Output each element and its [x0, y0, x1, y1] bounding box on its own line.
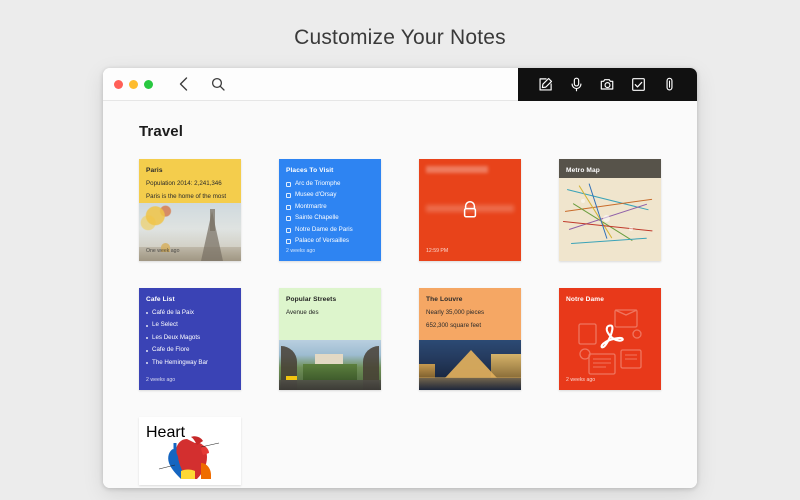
louvre-pyramid-photo — [419, 340, 521, 390]
note-title: Metro Map — [566, 166, 654, 176]
checkbox-icon[interactable] — [286, 239, 291, 244]
lock-icon — [459, 199, 481, 221]
back-arrow-icon[interactable] — [175, 76, 191, 92]
list-item: Cafe de Flore — [146, 346, 234, 355]
note-card-popular-streets[interactable]: Popular Streets Avenue des — [279, 288, 381, 390]
pdf-attachment-icon — [559, 288, 661, 390]
list-item-label: Café de la Paix — [152, 309, 194, 318]
note-card-english-to-french[interactable]: 12:59 PM — [419, 159, 521, 261]
list-item: The Hemingway Bar — [146, 359, 234, 368]
checklist-label: Arc de Triomphe — [295, 180, 340, 189]
note-card-cafe-list[interactable]: Cafe List Café de la Paix Le Select Les … — [139, 288, 241, 390]
notes-content-area: Travel Paris Population 2014: 2,241,346 … — [103, 101, 697, 488]
window-titlebar — [103, 68, 697, 101]
note-tools-toolbar — [518, 68, 697, 101]
checklist-item[interactable]: Sainte Chapelle — [286, 214, 374, 223]
checklist-label: Montmartre — [295, 203, 327, 212]
note-body: Popular Streets Avenue des — [279, 288, 381, 318]
checkbox-icon[interactable] — [286, 228, 291, 233]
note-title: Places To Visit — [286, 166, 374, 176]
checklist-item[interactable]: Notre Dame de Paris — [286, 226, 374, 235]
note-card-places-to-visit[interactable]: Places To Visit Arc de Triomphe Musee d'… — [279, 159, 381, 261]
checkbox-icon[interactable] — [286, 182, 291, 187]
note-line: 652,300 square feet — [426, 322, 514, 331]
traffic-light-group — [103, 80, 153, 89]
notes-grid: Paris Population 2014: 2,241,346 Paris i… — [139, 159, 697, 485]
checkbox-icon[interactable] — [286, 205, 291, 210]
minimize-button[interactable] — [129, 80, 138, 89]
checklist-icon[interactable] — [630, 76, 647, 93]
anatomical-heart-diagram — [157, 433, 231, 485]
checkbox-icon[interactable] — [286, 193, 291, 198]
obscured-note-title — [426, 166, 488, 173]
trocadero-gardens-photo — [279, 340, 381, 390]
list-item-label: Le Select — [152, 321, 178, 330]
note-line: Population 2014: 2,241,346 — [146, 180, 234, 189]
note-card-the-louvre[interactable]: The Louvre Nearly 35,000 pieces 652,300 … — [419, 288, 521, 390]
note-title: Popular Streets — [286, 295, 374, 305]
zoom-button[interactable] — [144, 80, 153, 89]
note-title: The Louvre — [426, 295, 514, 305]
checklist-label: Palace of Versailles — [295, 237, 349, 246]
note-body: Cafe List Café de la Paix Le Select Les … — [139, 288, 241, 368]
note-body: Paris Population 2014: 2,241,346 Paris i… — [139, 159, 241, 202]
note-card-paris[interactable]: Paris Population 2014: 2,241,346 Paris i… — [139, 159, 241, 261]
checklist-item[interactable]: Palace of Versailles — [286, 237, 374, 246]
compose-icon[interactable] — [537, 76, 554, 93]
checklist-item[interactable]: Arc de Triomphe — [286, 180, 374, 189]
checkbox-icon[interactable] — [286, 216, 291, 221]
checklist-item[interactable]: Musee d'Orsay — [286, 191, 374, 200]
note-title: Cafe List — [146, 295, 234, 305]
list-item-label: Les Deux Magots — [152, 334, 200, 343]
checklist-label: Musee d'Orsay — [295, 191, 336, 200]
note-timestamp: 2 weeks ago — [566, 377, 595, 385]
folder-title: Travel — [139, 123, 697, 140]
note-timestamp: 2 weeks ago — [286, 248, 315, 256]
note-timestamp: One week ago — [146, 248, 179, 256]
page-title: Customize Your Notes — [0, 0, 800, 50]
app-window: Travel Paris Population 2014: 2,241,346 … — [103, 68, 697, 488]
note-card-heart[interactable]: Heart — [139, 417, 241, 485]
bullet-icon — [146, 350, 148, 352]
list-item: Les Deux Magots — [146, 334, 234, 343]
list-item: Le Select — [146, 321, 234, 330]
note-body: Places To Visit Arc de Triomphe Musee d'… — [279, 159, 381, 246]
note-card-notre-dame[interactable]: Notre Dame — [559, 288, 661, 390]
attachment-icon[interactable] — [661, 76, 678, 93]
note-timestamp: 12:59 PM — [426, 248, 448, 256]
list-item-label: The Hemingway Bar — [152, 359, 208, 368]
checklist-label: Notre Dame de Paris — [295, 226, 353, 235]
close-button[interactable] — [114, 80, 123, 89]
search-icon[interactable] — [210, 76, 226, 92]
checklist-item[interactable]: Montmartre — [286, 203, 374, 212]
camera-icon[interactable] — [599, 76, 616, 93]
note-timestamp: 2 weeks ago — [146, 377, 175, 385]
bullet-icon — [146, 325, 148, 327]
bullet-icon — [146, 312, 148, 314]
microphone-icon[interactable] — [568, 76, 585, 93]
list-item-label: Cafe de Flore — [152, 346, 190, 355]
note-card-metro-map[interactable]: Metro Map — [559, 159, 661, 261]
note-title: Paris — [146, 166, 234, 176]
note-body: Metro Map — [559, 159, 661, 176]
list-item: Café de la Paix — [146, 309, 234, 318]
note-line: Paris is the home of the most — [146, 193, 234, 202]
note-line: Avenue des — [286, 309, 374, 318]
bullet-icon — [146, 337, 148, 339]
note-line: Nearly 35,000 pieces — [426, 309, 514, 318]
bullet-icon — [146, 362, 148, 364]
note-body: The Louvre Nearly 35,000 pieces 652,300 … — [419, 288, 521, 331]
checklist-label: Sainte Chapelle — [295, 214, 339, 223]
